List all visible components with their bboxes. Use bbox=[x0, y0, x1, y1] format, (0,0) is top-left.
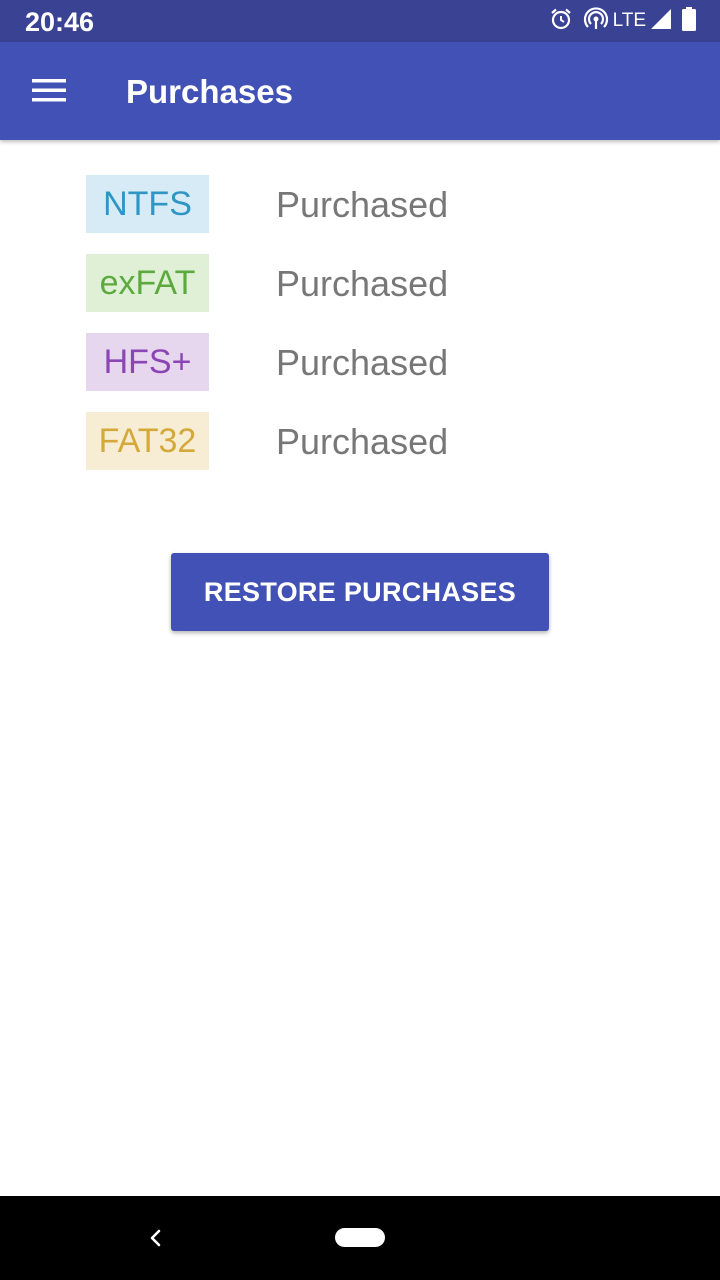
hamburger-menu-icon bbox=[32, 78, 66, 107]
alarm-icon bbox=[549, 7, 573, 36]
status-icons: LTE bbox=[549, 6, 696, 36]
navigation-bar bbox=[0, 1196, 720, 1280]
purchase-item-hfs-plus: HFS+ Purchased bbox=[86, 333, 586, 392]
menu-button[interactable] bbox=[21, 69, 77, 115]
purchase-item-ntfs: NTFS Purchased bbox=[86, 175, 586, 234]
filesystem-badge: HFS+ bbox=[86, 333, 209, 391]
network-type-label: LTE bbox=[612, 10, 646, 31]
filesystem-badge: exFAT bbox=[86, 254, 209, 312]
app-bar: Purchases bbox=[0, 42, 720, 140]
status-bar: 20:46 LTE bbox=[0, 0, 720, 42]
filesystem-badge: NTFS bbox=[86, 175, 209, 233]
purchase-item-exfat: exFAT Purchased bbox=[86, 254, 586, 313]
purchase-status: Purchased bbox=[276, 184, 449, 225]
purchase-status: Purchased bbox=[276, 342, 449, 383]
status-time: 20:46 bbox=[25, 7, 95, 37]
restore-purchases-button[interactable]: RESTORE PURCHASES bbox=[171, 553, 549, 631]
purchase-item-fat32: FAT32 Purchased bbox=[86, 412, 586, 471]
filesystem-badge: FAT32 bbox=[86, 412, 209, 470]
battery-icon bbox=[682, 6, 696, 36]
home-pill-icon[interactable] bbox=[335, 1228, 385, 1247]
purchase-list: NTFS Purchased exFAT Purchased HFS+ Purc… bbox=[86, 175, 586, 491]
hotspot-icon bbox=[583, 6, 609, 36]
back-icon[interactable] bbox=[140, 1222, 172, 1254]
page-title: Purchases bbox=[126, 73, 293, 110]
purchase-status: Purchased bbox=[276, 421, 449, 462]
signal-icon bbox=[650, 8, 672, 35]
purchases-screen: 20:46 LTE Purchases NTFS Purchased exFAT… bbox=[0, 0, 720, 1280]
purchase-status: Purchased bbox=[276, 263, 449, 304]
